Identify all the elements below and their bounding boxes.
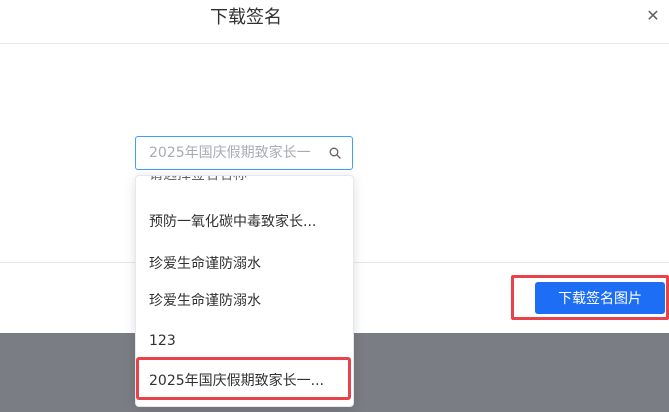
download-signature-image-button[interactable]: 下载签名图片 bbox=[535, 282, 665, 314]
search-icon bbox=[329, 147, 341, 159]
selected-item-highlight bbox=[136, 357, 351, 400]
dropdown-placeholder-item[interactable]: 请选择签名名称 bbox=[149, 176, 349, 186]
dropdown-item[interactable]: 123 bbox=[149, 331, 349, 351]
dropdown-item[interactable]: 珍爱生命谨防溺水 bbox=[149, 254, 349, 274]
signature-dropdown: 请选择签名名称 预防一氧化碳中毒致家长... 珍爱生命谨防溺水 珍爱生命谨防溺水… bbox=[135, 175, 354, 407]
dropdown-item[interactable]: 预防一氧化碳中毒致家长... bbox=[149, 212, 349, 232]
modal-title: 下载签名 bbox=[210, 7, 282, 28]
dropdown-item[interactable]: 珍爱生命谨防溺水 bbox=[149, 291, 349, 311]
modal-header: 下载签名 ✕ bbox=[0, 0, 669, 44]
signature-select[interactable]: 2025年国庆假期致家长一 bbox=[135, 136, 353, 170]
select-value: 2025年国庆假期致家长一 bbox=[149, 145, 311, 161]
close-icon[interactable]: ✕ bbox=[645, 6, 661, 26]
